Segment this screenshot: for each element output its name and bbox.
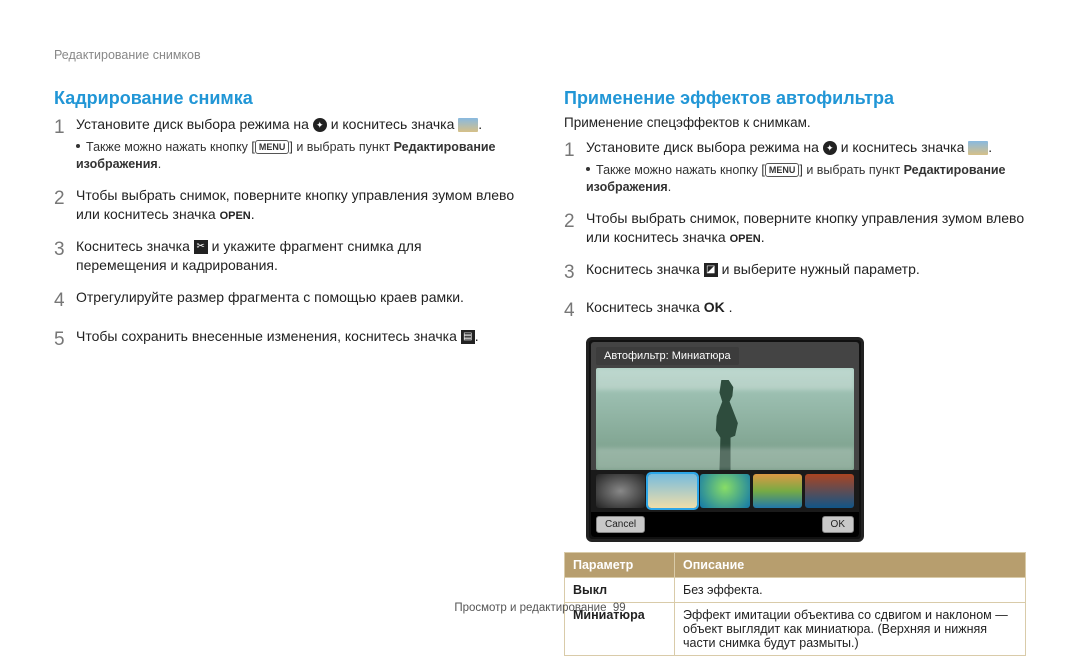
step-text: Отрегулируйте размер фрагмента с помощью… bbox=[76, 288, 516, 315]
sub-frag: ] и выбрать пункт bbox=[289, 140, 393, 154]
step-number: 4 bbox=[54, 288, 76, 315]
step-number: 2 bbox=[54, 186, 76, 225]
step-sub: Также можно нажать кнопку [MENU] и выбра… bbox=[76, 139, 516, 174]
step-frag: Чтобы выбрать снимок, поверните кнопку у… bbox=[76, 187, 514, 223]
step-text: Коснитесь значка ✂ и укажите фрагмент сн… bbox=[76, 237, 516, 276]
step-frag: Коснитесь значка bbox=[586, 261, 704, 277]
sub-end: . bbox=[668, 180, 671, 194]
step-frag: Чтобы выбрать снимок, поверните кнопку у… bbox=[586, 210, 1024, 246]
step-end: . bbox=[478, 116, 482, 132]
step-text: Коснитесь значка ◪ и выберите нужный пар… bbox=[586, 260, 1026, 287]
filter-thumb[interactable] bbox=[753, 474, 802, 508]
crop-icon: ✂ bbox=[194, 240, 208, 254]
menu-button-icon: MENU bbox=[255, 140, 290, 154]
step-number: 5 bbox=[54, 327, 76, 354]
mode-dial-icon: ✦ bbox=[823, 141, 837, 155]
open-label: OPEN bbox=[220, 210, 251, 222]
section-title-crop: Кадрирование снимка bbox=[54, 88, 516, 109]
table-row: Выкл Без эффекта. bbox=[565, 577, 1026, 602]
step-frag: и выберите нужный параметр. bbox=[718, 261, 920, 277]
cancel-button[interactable]: Cancel bbox=[596, 516, 645, 533]
table-header-desc: Описание bbox=[675, 552, 1026, 577]
filter-icon: ◪ bbox=[704, 263, 718, 277]
bullet-icon bbox=[586, 167, 590, 171]
step-text: Установите диск выбора режима на ✦ и кос… bbox=[586, 138, 1026, 197]
step-end: . bbox=[725, 299, 733, 315]
ok-button[interactable]: OK bbox=[822, 516, 854, 533]
step-frag: Чтобы сохранить внесенные изменения, кос… bbox=[76, 328, 461, 344]
step-end: . bbox=[761, 229, 765, 245]
right-column: Применение эффектов автофильтра Применен… bbox=[564, 88, 1026, 656]
filter-name-label: Автофильтр: Миниатюра bbox=[596, 347, 739, 365]
filter-thumb[interactable] bbox=[700, 474, 749, 508]
mode-dial-icon: ✦ bbox=[313, 118, 327, 132]
step-end: . bbox=[988, 139, 992, 155]
step-frag: Коснитесь значка bbox=[76, 238, 194, 254]
edit-image-icon bbox=[458, 118, 478, 132]
step-number: 3 bbox=[54, 237, 76, 276]
edit-image-icon bbox=[968, 141, 988, 155]
sub-end: . bbox=[158, 157, 161, 171]
param-desc: Без эффекта. bbox=[675, 577, 1026, 602]
step-frag: и коснитесь значка bbox=[841, 139, 965, 155]
step-end: . bbox=[251, 206, 255, 222]
breadcrumb: Редактирование снимков bbox=[54, 48, 1026, 62]
step-number: 1 bbox=[564, 138, 586, 197]
sub-frag: Также можно нажать кнопку [ bbox=[596, 163, 765, 177]
preview-subject bbox=[702, 380, 748, 470]
sub-frag: ] и выбрать пункт bbox=[799, 163, 903, 177]
filter-thumbnails bbox=[591, 470, 859, 512]
param-name: Выкл bbox=[565, 577, 675, 602]
step-number: 1 bbox=[54, 115, 76, 174]
left-column: Кадрирование снимка 1 Установите диск вы… bbox=[54, 88, 516, 656]
section-intro: Применение спецэффектов к снимкам. bbox=[564, 115, 1026, 130]
step-text: Чтобы выбрать снимок, поверните кнопку у… bbox=[76, 186, 516, 225]
camera-screen: Автофильтр: Миниатюра Cancel OK bbox=[586, 337, 864, 542]
step-number: 3 bbox=[564, 260, 586, 287]
footer-label: Просмотр и редактирование bbox=[454, 602, 606, 614]
step-frag: Установите диск выбора режима на bbox=[76, 116, 309, 132]
step-text: Установите диск выбора режима на ✦ и кос… bbox=[76, 115, 516, 174]
sub-frag: Также можно нажать кнопку [ bbox=[86, 140, 255, 154]
filter-thumb[interactable] bbox=[596, 474, 645, 508]
save-icon: ▤ bbox=[461, 330, 475, 344]
step-frag: Коснитесь значка bbox=[586, 299, 704, 315]
step-frag: и коснитесь значка bbox=[331, 116, 455, 132]
open-label: OPEN bbox=[730, 233, 761, 245]
step-sub: Также можно нажать кнопку [MENU] и выбра… bbox=[586, 162, 1026, 197]
step-end: . bbox=[475, 328, 479, 344]
bullet-icon bbox=[76, 144, 80, 148]
preview-image bbox=[596, 368, 854, 470]
step-text: Коснитесь значка OK . bbox=[586, 298, 1026, 325]
filter-thumb-selected[interactable] bbox=[648, 474, 697, 508]
step-number: 4 bbox=[564, 298, 586, 325]
page-number: 99 bbox=[613, 602, 626, 614]
step-number: 2 bbox=[564, 209, 586, 248]
step-text: Чтобы сохранить внесенные изменения, кос… bbox=[76, 327, 516, 354]
table-header-param: Параметр bbox=[565, 552, 675, 577]
menu-button-icon: MENU bbox=[765, 163, 800, 177]
step-text: Чтобы выбрать снимок, поверните кнопку у… bbox=[586, 209, 1026, 248]
step-frag: Установите диск выбора режима на bbox=[586, 139, 819, 155]
filter-thumb[interactable] bbox=[805, 474, 854, 508]
section-title-autofilter: Применение эффектов автофильтра bbox=[564, 88, 1026, 109]
page-footer: Просмотр и редактирование 99 bbox=[0, 602, 1080, 614]
ok-label: OK bbox=[704, 299, 725, 315]
